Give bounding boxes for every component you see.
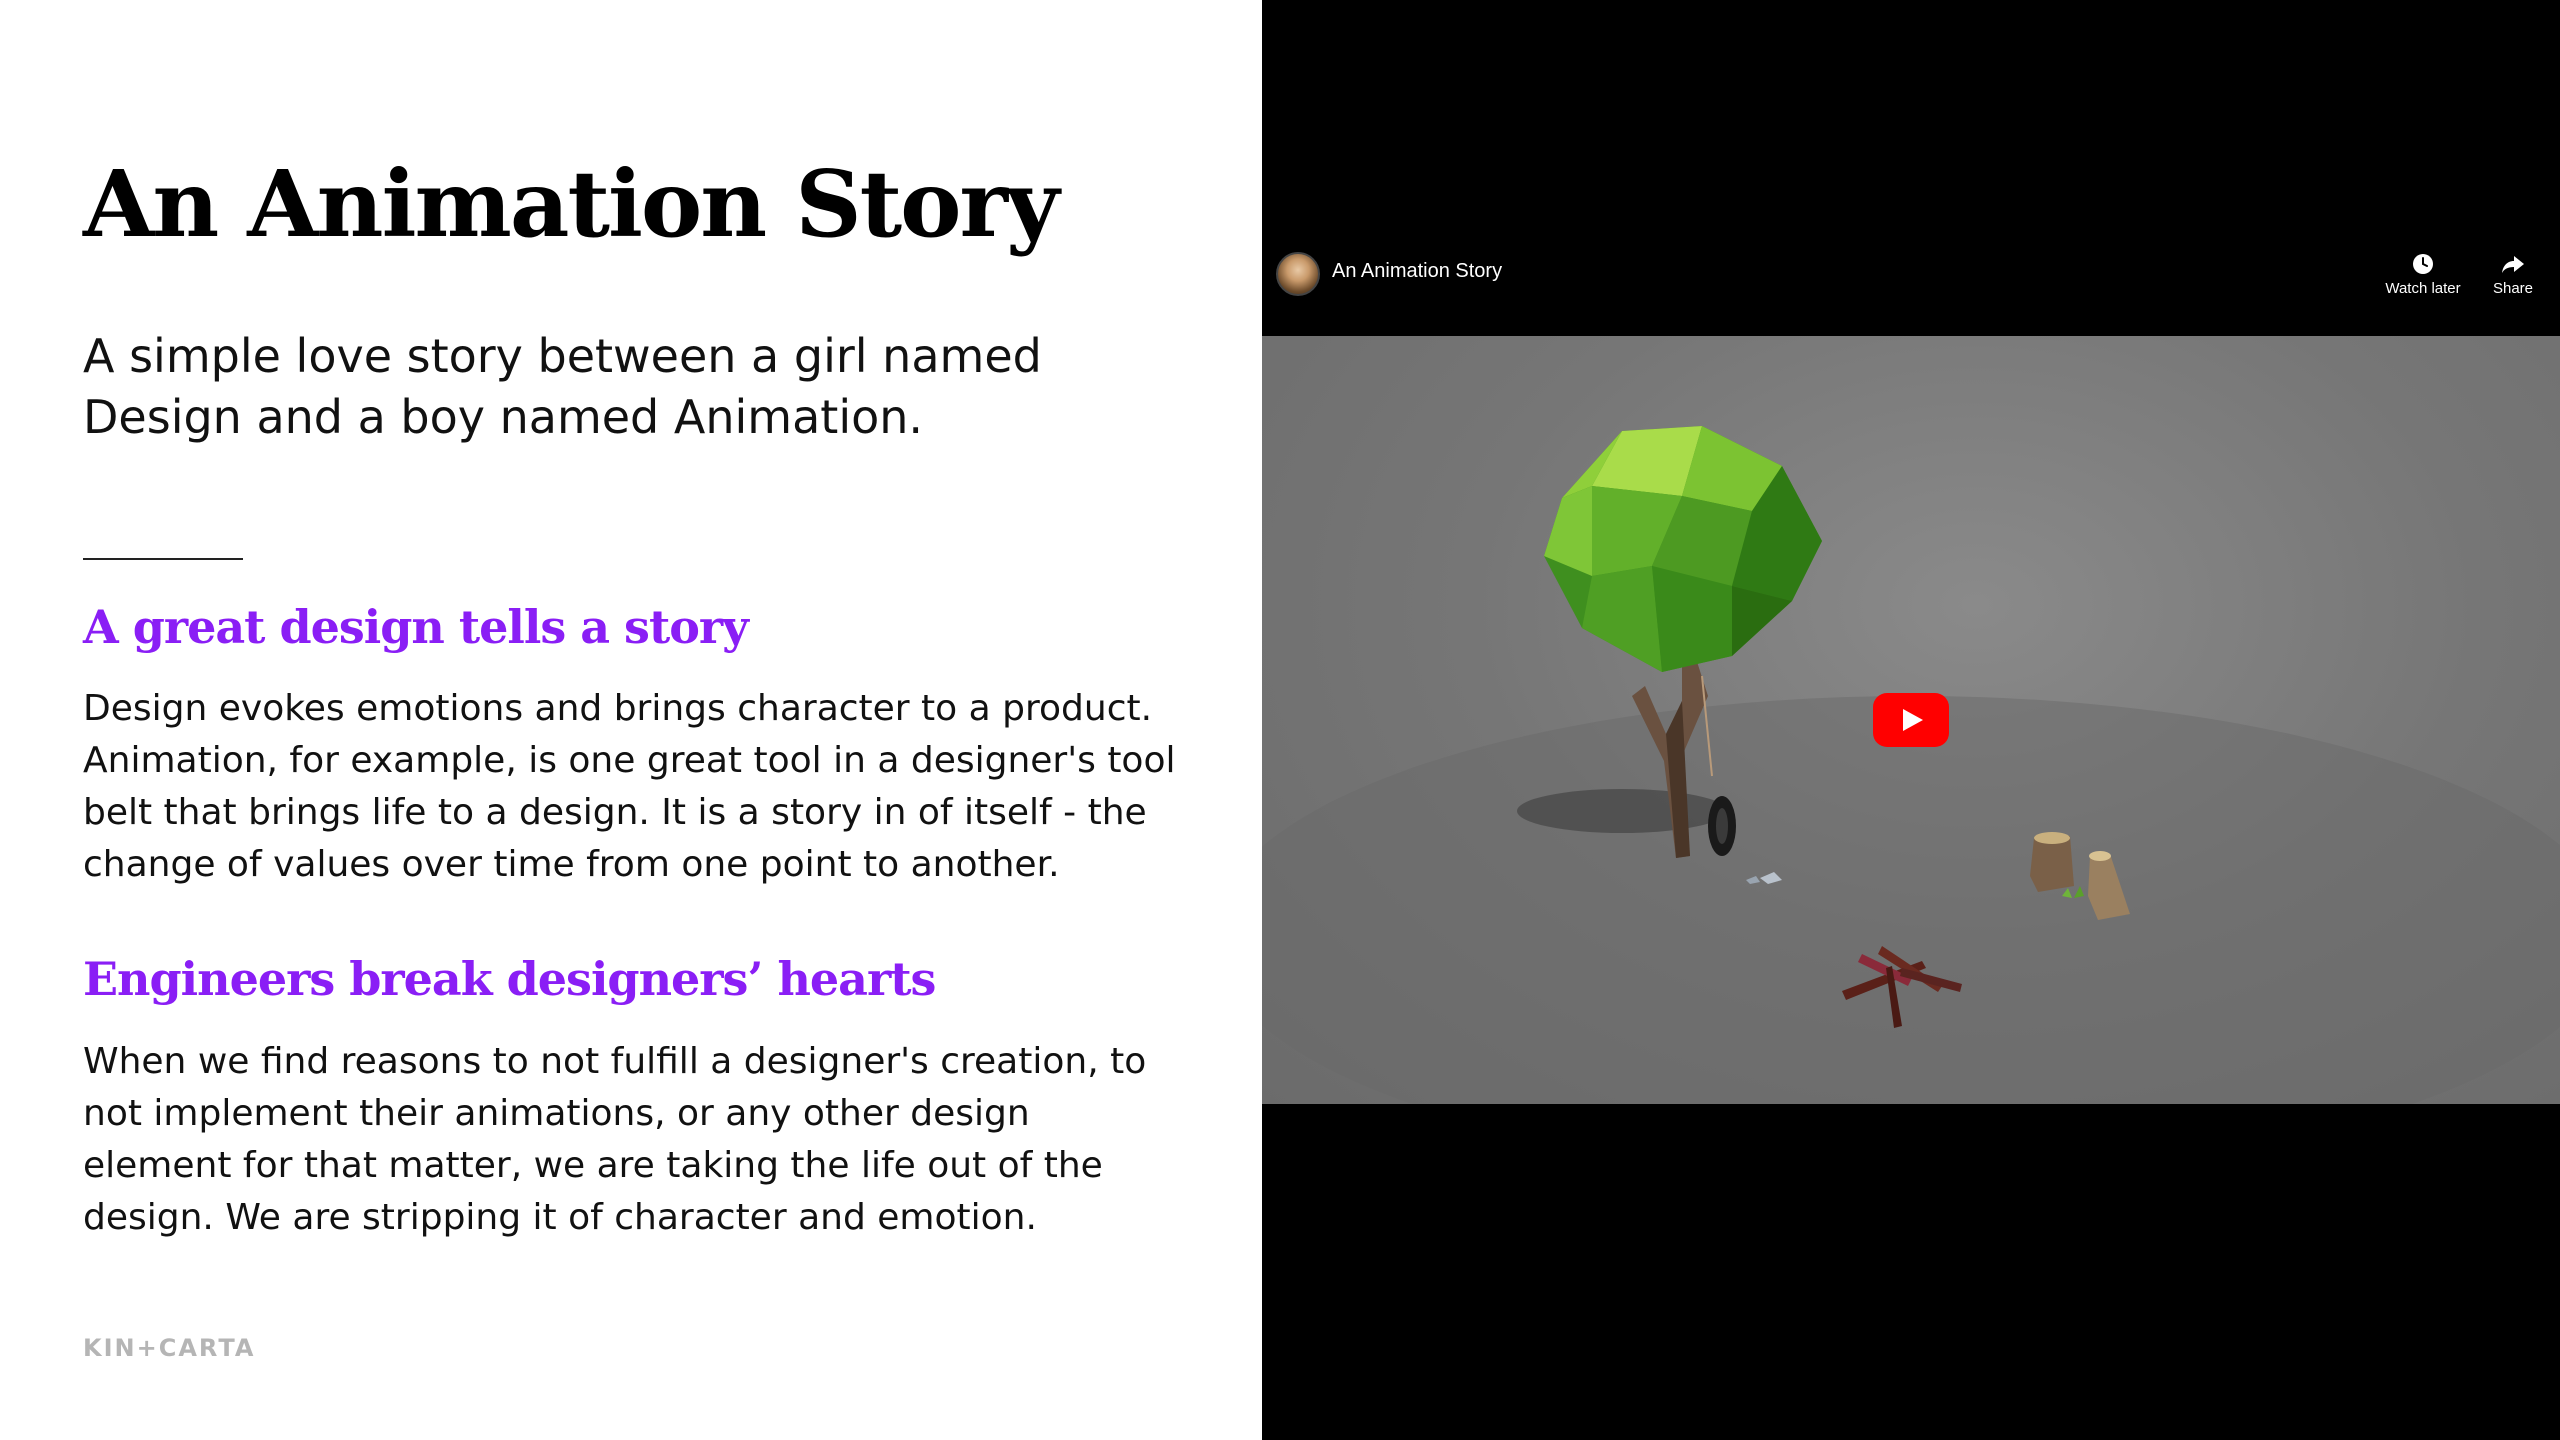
video-title-link[interactable]: An Animation Story bbox=[1332, 260, 1502, 283]
watch-later-label: Watch later bbox=[2385, 280, 2461, 297]
section-heading-story: A great design tells a story bbox=[83, 600, 749, 654]
video-thumbnail[interactable] bbox=[1262, 336, 2560, 1104]
slide-subtitle: A simple love story between a girl named… bbox=[83, 326, 1183, 448]
share-button[interactable]: Share bbox=[2478, 252, 2548, 297]
play-icon bbox=[1873, 693, 1949, 747]
paragraph-line: not implement their animations, or any o… bbox=[83, 1093, 1030, 1134]
paragraph-line: belt that brings life to a design. It is… bbox=[83, 792, 1147, 833]
tire-swing bbox=[1708, 796, 1736, 856]
clock-icon bbox=[2413, 254, 2433, 274]
share-label: Share bbox=[2492, 280, 2534, 297]
paragraph-line: change of values over time from one poin… bbox=[83, 844, 1060, 885]
channel-avatar[interactable] bbox=[1276, 252, 1320, 296]
section-heading-engineers: Engineers break designers’ hearts bbox=[83, 952, 936, 1006]
slide-page: An Animation Story A simple love story b… bbox=[0, 0, 2560, 1440]
subtitle-line: A simple love story between a girl named bbox=[83, 329, 1042, 383]
paragraph-line: When we find reasons to not fulfill a de… bbox=[83, 1041, 1147, 1082]
tree-canopy bbox=[1544, 426, 1822, 672]
video-header-bar: An Animation Story Watch later Share bbox=[1262, 240, 2560, 336]
slide-text-panel: An Animation Story A simple love story b… bbox=[0, 0, 1262, 1440]
paragraph-line: Animation, for example, is one great too… bbox=[83, 740, 1176, 781]
paragraph-line: element for that matter, we are taking t… bbox=[83, 1145, 1103, 1186]
kin-carta-logo: KIN+CARTA bbox=[83, 1334, 256, 1362]
section-paragraph-engineers: When we find reasons to not fulfill a de… bbox=[83, 1036, 1183, 1244]
share-arrow-icon bbox=[2502, 256, 2524, 273]
slide-title: An Animation Story bbox=[83, 150, 1059, 258]
paragraph-line: Design evokes emotions and brings charac… bbox=[83, 688, 1153, 729]
watch-later-button[interactable]: Watch later bbox=[2378, 252, 2468, 297]
divider-rule bbox=[83, 558, 243, 560]
section-paragraph-story: Design evokes emotions and brings charac… bbox=[83, 683, 1183, 891]
subtitle-line: Design and a boy named Animation. bbox=[83, 390, 924, 444]
play-button[interactable] bbox=[1873, 693, 1949, 747]
paragraph-line: design. We are stripping it of character… bbox=[83, 1197, 1037, 1238]
video-embed[interactable]: An Animation Story Watch later Share bbox=[1262, 0, 2560, 1440]
